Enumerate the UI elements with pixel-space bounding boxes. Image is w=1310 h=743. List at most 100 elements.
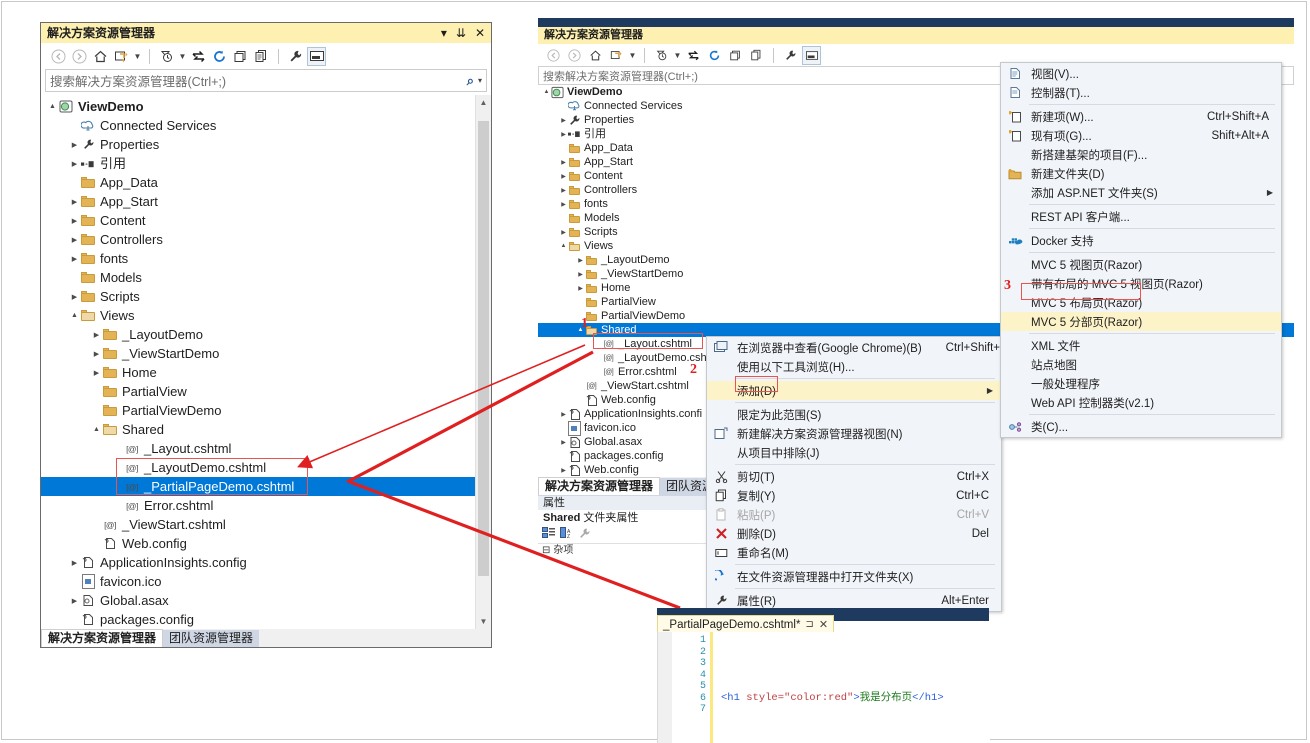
menu-item[interactable]: 在浏览器中查看(Google Chrome)(B) Ctrl+Shift+W bbox=[707, 338, 1011, 357]
tree-node[interactable]: [@] Error.cshtml bbox=[41, 496, 491, 515]
chevron-down-icon[interactable]: ▼ bbox=[133, 52, 142, 61]
menu-item[interactable]: 从项目中排除(J) bbox=[707, 443, 1001, 462]
code-editor[interactable]: 1234567 <h1 style="color:red">我是分布页</h1> bbox=[657, 632, 990, 743]
scroll-down-icon[interactable]: ▼ bbox=[476, 614, 491, 629]
sync-with-active-document-icon[interactable] bbox=[112, 47, 131, 66]
menu-item[interactable]: MVC 5 视图页(Razor) bbox=[1001, 255, 1281, 274]
properties-wrench-icon[interactable] bbox=[286, 47, 305, 66]
menu-item[interactable]: 现有项(G)... Shift+Alt+A bbox=[1001, 126, 1281, 145]
expand-collapse-icon[interactable]: ▶ bbox=[69, 255, 80, 263]
forward-arrow-icon[interactable] bbox=[565, 46, 584, 65]
expand-collapse-icon[interactable]: ▶ bbox=[576, 271, 585, 278]
menu-item[interactable]: 重命名(M) bbox=[707, 543, 1001, 562]
scroll-up-icon[interactable]: ▲ bbox=[476, 95, 491, 110]
expand-collapse-icon[interactable]: ▲ bbox=[542, 89, 551, 95]
close-icon[interactable]: ✕ bbox=[819, 618, 828, 631]
left-tree-scrollbar[interactable]: ▲ ▼ bbox=[475, 95, 491, 629]
tree-node[interactable]: ▶ Scripts bbox=[41, 287, 491, 306]
preview-selected-items-icon[interactable] bbox=[802, 45, 821, 65]
tree-node[interactable]: ▲ Views bbox=[41, 306, 491, 325]
expand-collapse-icon[interactable]: ▶ bbox=[559, 131, 568, 138]
menu-item[interactable]: MVC 5 分部页(Razor) bbox=[1001, 312, 1281, 331]
tree-node[interactable]: PartialViewDemo bbox=[41, 401, 491, 420]
tree-node[interactable]: Models bbox=[41, 268, 491, 287]
expand-collapse-icon[interactable]: ▲ bbox=[559, 243, 568, 249]
expand-collapse-icon[interactable]: ▶ bbox=[91, 331, 102, 339]
sync-with-active-document-icon[interactable] bbox=[607, 46, 626, 65]
collapse-all-icon[interactable] bbox=[231, 47, 250, 66]
home-icon[interactable] bbox=[586, 46, 605, 65]
menu-item[interactable]: 一般处理程序 bbox=[1001, 374, 1281, 393]
left-search-box[interactable]: 搜索解决方案资源管理器(Ctrl+;) ⌕ ▾ bbox=[45, 69, 487, 92]
tree-node[interactable]: App_Data bbox=[41, 173, 491, 192]
tree-node[interactable]: ▲ ViewDemo bbox=[41, 97, 491, 116]
home-icon[interactable] bbox=[91, 47, 110, 66]
tree-node[interactable]: ▶ Global.asax bbox=[41, 591, 491, 610]
alphabetical-sort-icon[interactable]: AZ bbox=[560, 527, 574, 542]
tree-node[interactable]: Connected Services bbox=[41, 116, 491, 135]
expand-collapse-icon[interactable]: ▶ bbox=[576, 257, 585, 264]
menu-item[interactable]: 视图(V)... bbox=[1001, 64, 1281, 83]
chevron-down-icon[interactable]: ▼ bbox=[673, 51, 682, 60]
expand-collapse-icon[interactable]: ▶ bbox=[559, 467, 568, 474]
tree-node[interactable]: ▶ App_Start bbox=[41, 192, 491, 211]
tree-node[interactable]: [@] _ViewStart.cshtml bbox=[41, 515, 491, 534]
menu-item[interactable]: 粘贴(P) Ctrl+V bbox=[707, 505, 1001, 524]
expand-collapse-icon[interactable]: ▶ bbox=[91, 369, 102, 377]
tree-node[interactable]: PartialView bbox=[41, 382, 491, 401]
menu-item[interactable]: 带有布局的 MVC 5 视图页(Razor) bbox=[1001, 274, 1281, 293]
expand-collapse-icon[interactable]: ▶ bbox=[69, 141, 80, 149]
expand-collapse-icon[interactable]: ▶ bbox=[576, 285, 585, 292]
back-arrow-icon[interactable] bbox=[49, 47, 68, 66]
chevron-down-icon[interactable]: ▾ bbox=[478, 76, 482, 85]
expand-collapse-icon[interactable]: ▶ bbox=[69, 597, 80, 605]
expand-collapse-icon[interactable]: ▶ bbox=[69, 236, 80, 244]
chevron-down-icon[interactable]: ▼ bbox=[628, 51, 637, 60]
scrollbar-thumb[interactable] bbox=[478, 121, 489, 576]
expand-collapse-icon[interactable]: ▶ bbox=[559, 229, 568, 236]
menu-item[interactable]: 站点地图 bbox=[1001, 355, 1281, 374]
expand-collapse-icon[interactable]: ▶ bbox=[69, 217, 80, 225]
tree-node[interactable]: [@] _Layout.cshtml bbox=[41, 439, 491, 458]
tree-node[interactable]: [@] _PartialPageDemo.cshtml bbox=[41, 477, 491, 496]
menu-item[interactable]: 控制器(T)... bbox=[1001, 83, 1281, 102]
menu-item[interactable]: 删除(D) Del bbox=[707, 524, 1001, 543]
refresh-icon[interactable] bbox=[210, 47, 229, 66]
expand-collapse-icon[interactable]: ▶ bbox=[69, 293, 80, 301]
tree-node[interactable]: ▶ fonts bbox=[41, 249, 491, 268]
properties-wrench-icon[interactable] bbox=[781, 46, 800, 65]
menu-item[interactable]: 新建解决方案资源管理器视图(N) bbox=[707, 424, 1001, 443]
editor-tab-partialpagedemo[interactable]: _PartialPageDemo.cshtml* ⊐ ✕ bbox=[657, 615, 835, 633]
tree-node[interactable]: ▶ Controllers bbox=[41, 230, 491, 249]
menu-item[interactable]: 类(C)... bbox=[1001, 417, 1281, 436]
menu-item[interactable]: 新建文件夹(D) bbox=[1001, 164, 1281, 183]
expand-collapse-icon[interactable]: ▶ bbox=[69, 559, 80, 567]
tab-solution-explorer[interactable]: 解决方案资源管理器 bbox=[538, 477, 661, 495]
tree-node[interactable]: ▶ _LayoutDemo bbox=[41, 325, 491, 344]
back-arrow-icon[interactable] bbox=[544, 46, 563, 65]
expand-collapse-icon[interactable]: ▶ bbox=[559, 439, 568, 446]
menu-item[interactable]: 剪切(T) Ctrl+X bbox=[707, 467, 1001, 486]
tab-team-explorer[interactable]: 团队资源管理器 bbox=[163, 630, 260, 647]
tree-node[interactable]: packages.config bbox=[41, 610, 491, 629]
menu-item[interactable]: Docker 支持 bbox=[1001, 231, 1281, 250]
window-dropdown-icon[interactable]: ▾ bbox=[441, 23, 447, 43]
expand-collapse-icon[interactable]: ▲ bbox=[91, 426, 102, 433]
menu-item[interactable]: 新建项(W)... Ctrl+Shift+A bbox=[1001, 107, 1281, 126]
show-all-files-icon[interactable] bbox=[747, 46, 766, 65]
tree-node[interactable]: ▶ Content bbox=[41, 211, 491, 230]
expand-collapse-icon[interactable]: ▶ bbox=[559, 117, 568, 124]
tree-node[interactable]: ▶ Home bbox=[41, 363, 491, 382]
left-window-tabs[interactable]: 解决方案资源管理器 团队资源管理器 bbox=[41, 629, 491, 647]
menu-item[interactable]: Web API 控制器类(v2.1) bbox=[1001, 393, 1281, 412]
menu-item[interactable]: 添加(D) ▶ bbox=[707, 381, 1001, 400]
preview-selected-items-icon[interactable] bbox=[307, 46, 326, 66]
tree-node[interactable]: ▶ 引用 bbox=[41, 154, 491, 173]
refresh-swap-icon[interactable] bbox=[189, 47, 208, 66]
tree-node[interactable]: ▶ ApplicationInsights.config bbox=[41, 553, 491, 572]
expand-collapse-icon[interactable]: ▶ bbox=[559, 159, 568, 166]
menu-item[interactable]: REST API 客户端... bbox=[1001, 207, 1281, 226]
menu-item[interactable]: 添加 ASP.NET 文件夹(S) ▶ bbox=[1001, 183, 1281, 202]
expand-collapse-icon[interactable]: ▲ bbox=[69, 312, 80, 319]
show-all-files-icon[interactable] bbox=[252, 47, 271, 66]
